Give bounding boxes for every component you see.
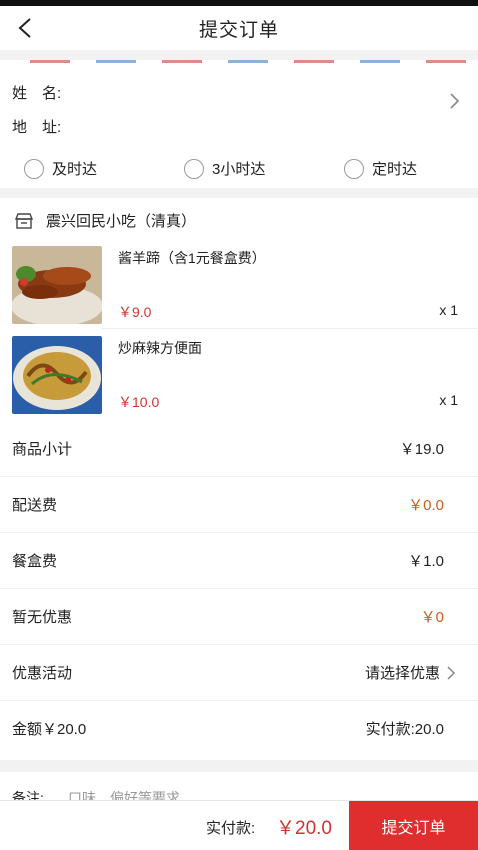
- summary-label: 暂无优惠: [12, 609, 73, 626]
- delivery-option-label: 3小时达: [212, 161, 266, 178]
- shop-name: 震兴回民小吃（清真）: [46, 213, 197, 230]
- summary-value: ￥1.0: [408, 553, 444, 570]
- chevron-right-icon: [450, 93, 460, 109]
- summary-row-discount: 暂无优惠 ￥0: [0, 588, 478, 644]
- actual-payment: 实付款:20.0: [365, 721, 444, 738]
- radio-icon[interactable]: [184, 158, 204, 179]
- header: 提交订单: [0, 6, 478, 50]
- shop-section: 震兴回民小吃（清真） 酱羊蹄（含1元餐盒费） ￥9.0 x 1 炒麻辣方便面 ￥…: [0, 198, 478, 420]
- radio-icon[interactable]: [344, 158, 364, 179]
- food-image-spicy-noodles: [12, 336, 102, 414]
- item-name: 酱羊蹄（含1元餐盒费）: [118, 250, 266, 266]
- item-price: ￥9.0: [118, 304, 152, 320]
- delivery-options: 及时达 3小时达 定时达: [0, 150, 478, 188]
- delivery-option-label: 及时达: [52, 161, 98, 178]
- delivery-option-label: 定时达: [372, 161, 418, 178]
- summary-label: 优惠活动: [12, 665, 73, 682]
- summary-value: ￥19.0: [399, 440, 444, 458]
- summary-value: ￥0.0: [408, 497, 444, 514]
- name-label: 姓 名:: [12, 85, 62, 102]
- summary-label: 配送费: [12, 497, 58, 514]
- chevron-right-icon: [447, 665, 456, 680]
- summary-row-total: 金额￥20.0 实付款:20.0: [0, 700, 478, 756]
- store-icon: [14, 212, 34, 230]
- food-image-lamb-trotter: [12, 246, 102, 324]
- summary-row-box-fee: 餐盒费 ￥1.0: [0, 532, 478, 588]
- item-price: ￥10.0: [118, 394, 160, 410]
- list-item[interactable]: 酱羊蹄（含1元餐盒费） ￥9.0 x 1: [0, 240, 478, 330]
- delivery-option-scheduled[interactable]: 定时达: [344, 158, 417, 179]
- pay-amount: ￥20.0: [276, 818, 332, 839]
- summary-label: 商品小计: [12, 440, 73, 458]
- delivery-option-3h[interactable]: 3小时达: [184, 158, 265, 179]
- summary-row-delivery-fee: 配送费 ￥0.0: [0, 476, 478, 532]
- radio-icon[interactable]: [24, 158, 44, 179]
- summary-row-promotion[interactable]: 优惠活动 请选择优惠: [0, 644, 478, 700]
- delivery-option-instant[interactable]: 及时达: [24, 158, 97, 179]
- select-coupon-label: 请选择优惠: [364, 665, 440, 682]
- order-summary: 商品小计 ￥19.0 配送费 ￥0.0 餐盒费 ￥1.0 暂无优惠 ￥0 优惠活…: [0, 420, 478, 760]
- list-item[interactable]: 炒麻辣方便面 ￥10.0 x 1: [0, 330, 478, 420]
- divider: [102, 328, 478, 329]
- address-label: 地 址:: [12, 119, 62, 136]
- submit-order-button[interactable]: 提交订单: [349, 801, 478, 850]
- chevron-left-icon: [18, 18, 31, 38]
- address-arrow[interactable]: [448, 92, 460, 115]
- back-button[interactable]: [12, 14, 40, 42]
- page-title: 提交订单: [198, 19, 279, 41]
- select-coupon[interactable]: 请选择优惠: [365, 662, 458, 683]
- total-amount: 金额￥20.0: [12, 721, 87, 738]
- summary-label: 餐盒费: [12, 553, 58, 570]
- item-quantity: x 1: [439, 302, 458, 318]
- summary-value: ￥0: [420, 609, 444, 626]
- pay-label: 实付款:: [206, 820, 256, 837]
- summary-row-subtotal: 商品小计 ￥19.0: [0, 420, 478, 476]
- shop-header: 震兴回民小吃（清真）: [14, 210, 196, 231]
- bottom-bar: 实付款: ￥20.0 提交订单: [0, 800, 478, 850]
- item-name: 炒麻辣方便面: [118, 340, 202, 356]
- item-quantity: x 1: [439, 392, 458, 408]
- address-section[interactable]: 姓 名: 地 址:: [0, 64, 478, 154]
